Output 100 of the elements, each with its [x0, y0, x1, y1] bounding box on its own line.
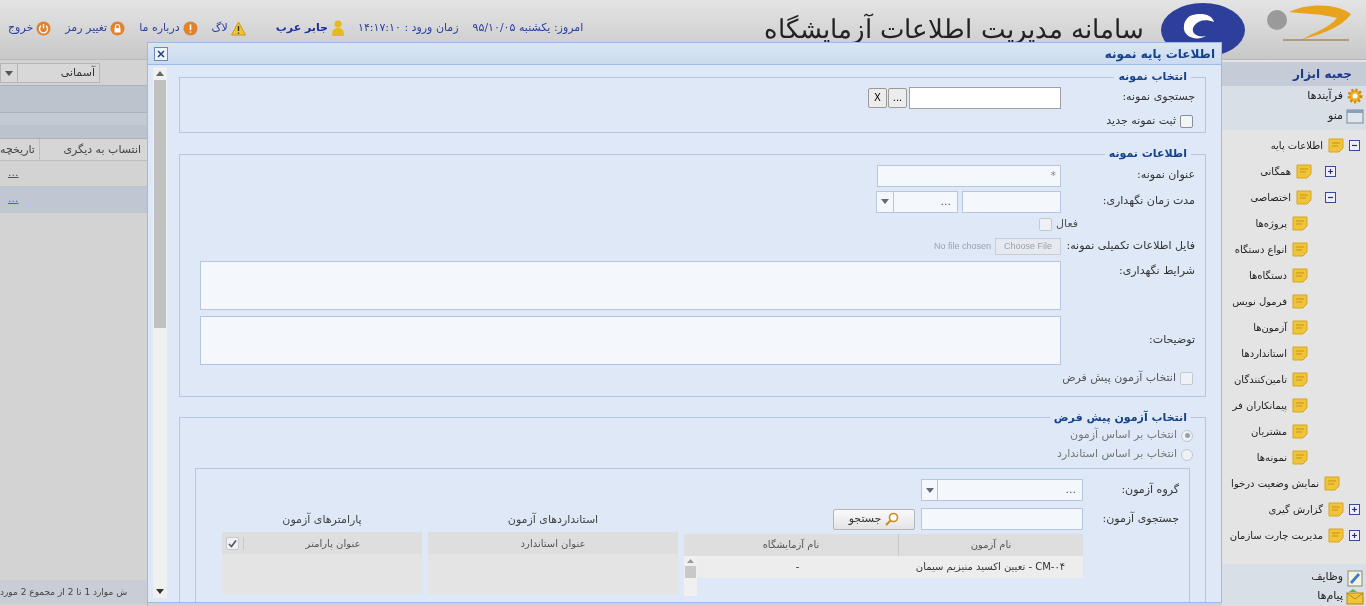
- checkbox[interactable]: [1180, 115, 1193, 128]
- note-icon: [1292, 449, 1308, 465]
- radio-label: انتخاب بر اساس استاندارد: [1057, 446, 1177, 463]
- scrollbar[interactable]: [684, 556, 697, 596]
- sidebar-item[interactable]: پیام‌ها: [1222, 587, 1366, 606]
- unit-dropdown[interactable]: ...: [876, 190, 958, 213]
- collapse-icon[interactable]: [1324, 191, 1336, 203]
- browse-button[interactable]: ...: [888, 87, 907, 108]
- tree-item[interactable]: انواع دستگاه: [1234, 241, 1308, 257]
- section-legend: انتخاب نمونه: [1114, 69, 1191, 86]
- tree-item[interactable]: مشتریان: [1251, 423, 1308, 439]
- tree-item[interactable]: فرمول نویس: [1232, 293, 1308, 309]
- note-icon: [1292, 397, 1308, 413]
- note-icon: [1292, 319, 1308, 335]
- close-button[interactable]: [154, 46, 168, 61]
- radio-label: انتخاب بر اساس آزمون: [1070, 427, 1177, 444]
- tree-item[interactable]: تامین‌کنندگان: [1234, 371, 1308, 387]
- description-field[interactable]: [200, 315, 1061, 365]
- table-title: پارامترهای آزمون: [281, 511, 363, 528]
- note-icon: [1292, 215, 1308, 231]
- user-name: جابر عرب: [275, 20, 328, 36]
- lock-icon: [110, 20, 126, 36]
- header-link[interactable]: تغییر رمز: [65, 20, 126, 37]
- title-field[interactable]: *: [877, 164, 1061, 187]
- table-cell-text: CM-۰۴ - تعیین اکسید منیزیم سیمان: [914, 560, 1067, 575]
- note-icon: [1328, 137, 1344, 153]
- radio-button[interactable]: [1181, 448, 1193, 461]
- table-title: استانداردهای آزمون: [506, 511, 600, 528]
- tree-item[interactable]: پیمانکاران فر: [1232, 397, 1308, 413]
- clear-button[interactable]: X: [868, 87, 887, 108]
- expand-icon[interactable]: [1324, 165, 1336, 177]
- search-field[interactable]: [909, 86, 1061, 109]
- field-label: جستجوی نمونه:: [1121, 89, 1195, 106]
- group-dropdown[interactable]: ...: [921, 479, 1083, 501]
- dropdown[interactable]: آسمانی: [0, 63, 100, 83]
- test-search-field[interactable]: [921, 508, 1083, 530]
- radio-button[interactable]: [1181, 429, 1193, 442]
- header-link[interactable]: خروج: [8, 20, 52, 37]
- search-icon: [885, 512, 900, 526]
- collapse-icon[interactable]: [1348, 139, 1360, 151]
- info-icon: [182, 20, 198, 36]
- tree-item[interactable]: نمایش وضعیت درخوا: [1231, 475, 1340, 491]
- column-header[interactable]: تاریخچه: [0, 139, 39, 160]
- tree-item[interactable]: استانداردها: [1241, 345, 1308, 361]
- note-icon: [1292, 371, 1308, 387]
- note-icon: [1292, 345, 1308, 361]
- note-icon: [1328, 501, 1344, 517]
- row-link[interactable]: ...: [8, 165, 19, 182]
- checkbox[interactable]: [1180, 372, 1193, 385]
- envelope-icon: [1346, 587, 1364, 606]
- checkbox[interactable]: [226, 536, 239, 550]
- tree-item[interactable]: گزارش گیری: [1268, 501, 1344, 517]
- expand-icon[interactable]: [1348, 503, 1360, 515]
- field-label: توضیحات:: [1148, 331, 1195, 348]
- note-icon: [1292, 267, 1308, 283]
- tree-item[interactable]: دستگاه‌ها: [1249, 267, 1308, 283]
- up-arrow-icon: [156, 71, 164, 76]
- header-link[interactable]: درباره ما: [139, 20, 198, 37]
- checkbox-label: فعال: [1056, 216, 1078, 233]
- app-title: سامانه مدیریت اطلاعات آزمایشگاه: [764, 12, 1144, 46]
- note-icon: [1324, 475, 1340, 491]
- login-time-text: زمان ورود : ۱۴:۱۷:۱۰: [358, 20, 459, 36]
- sidebar-item[interactable]: فرآیندها: [1222, 86, 1366, 106]
- sidebar-item[interactable]: وظایف: [1222, 568, 1366, 587]
- sidebar-item[interactable]: منو: [1222, 106, 1366, 126]
- user-icon: [332, 20, 344, 37]
- up-arrow-icon: [687, 559, 694, 563]
- search-button[interactable]: جستجو: [833, 508, 915, 530]
- column-header[interactable]: نام آزمون: [898, 534, 1083, 556]
- checkbox[interactable]: [1039, 218, 1053, 231]
- tree-item[interactable]: آزمون‌ها: [1253, 319, 1308, 335]
- expand-icon[interactable]: [1348, 529, 1360, 541]
- power-icon: [36, 20, 52, 36]
- field-label: فایل اطلاعات تکمیلی نمونه:: [1065, 238, 1195, 255]
- note-icon: [1328, 527, 1344, 543]
- field-label: شرایط نگهداری:: [1118, 262, 1195, 279]
- tree-item[interactable]: نمونه‌ها: [1256, 449, 1308, 465]
- grid-footer: ش موارد 1 تا 2 از مجموع 2 مورد: [0, 580, 147, 604]
- note-icon: [1292, 293, 1308, 309]
- scrollbar[interactable]: [153, 67, 167, 598]
- note-icon: [1292, 423, 1308, 439]
- field-label: گروه آزمون:: [1120, 481, 1179, 498]
- section-legend: اطلاعات نمونه: [1104, 146, 1191, 163]
- column-header[interactable]: نام آزمایشگاه: [684, 534, 898, 556]
- conditions-field[interactable]: [200, 260, 1061, 310]
- retention-field[interactable]: [962, 190, 1061, 213]
- file-status-text: No file chosen: [933, 239, 991, 253]
- notepad-icon: [1346, 568, 1364, 587]
- checkbox-label: ثبت نمونه جدید: [1106, 113, 1176, 130]
- header-link[interactable]: لاگ: [211, 20, 246, 37]
- field-label: جستجوی آزمون:: [1101, 510, 1179, 527]
- tree-item[interactable]: پروژه‌ها: [1255, 215, 1308, 231]
- note-icon: [1296, 163, 1312, 179]
- field-label: مدت زمان نگهداری:: [1101, 193, 1195, 210]
- panel-title: جعبه ابزار: [1222, 62, 1366, 86]
- caret-icon: [925, 487, 934, 493]
- tree-item[interactable]: همگانی: [1260, 163, 1312, 179]
- tree-item[interactable]: اختصاصی: [1250, 189, 1312, 205]
- tree-item[interactable]: اطلاعات پایه: [1270, 137, 1344, 153]
- tree-item[interactable]: مدیریت چارت سازمان: [1229, 527, 1344, 543]
